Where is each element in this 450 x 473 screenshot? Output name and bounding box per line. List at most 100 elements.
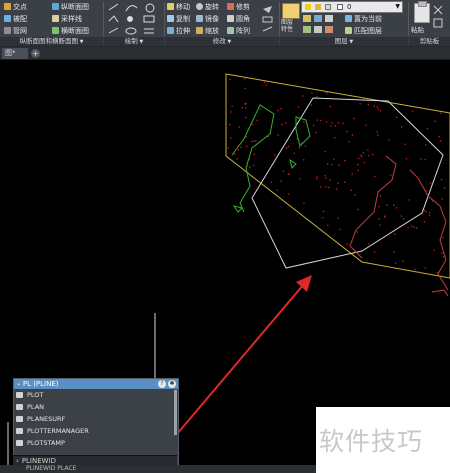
help-icon[interactable]: ? [158,380,166,388]
survey-point [296,138,298,140]
layer-off-icon [303,15,311,22]
survey-point [338,164,340,166]
survey-point [396,207,398,209]
rotate-button[interactable]: 旋转 [196,2,219,13]
command-autocomplete-panel: ⌁ PL (PLINE) ? ✱ PLOT PLAN PLANESURF PLO… [13,378,179,466]
move-icon [167,3,174,10]
fillet-icon [227,15,234,22]
survey-point [372,153,374,156]
survey-point [310,104,312,106]
status-text: PLINEWID PLACE [26,465,77,472]
section-view-button[interactable]: 横断面图 [52,26,89,37]
survey-point [394,233,396,235]
survey-point [379,110,382,112]
profile-button[interactable]: 纵断面图 [52,2,89,13]
draw-tools [108,3,155,35]
pipe-network-button[interactable]: 管网 [4,26,27,37]
layer-lock-icon [314,26,322,33]
contour-line [349,155,397,259]
survey-point [315,131,317,134]
survey-point [251,140,253,143]
layer-properties-icon[interactable] [282,3,300,19]
trim-button[interactable]: 修剪 [227,2,250,13]
intersection-icon [4,3,11,10]
survey-point [325,177,327,179]
command-suggestion[interactable]: PLOT [14,389,178,401]
survey-point [245,116,247,119]
fillet-button[interactable]: 圆角 [227,14,250,25]
survey-point [362,98,365,100]
scale-button[interactable]: 缩放 [196,26,219,37]
survey-point [274,154,276,156]
survey-point [251,123,254,126]
plan-icon [16,404,23,410]
survey-point [324,91,327,93]
contour-line [289,158,297,169]
command-suggestion[interactable]: PLOTTERMANAGER [14,425,178,437]
copy-icon [167,15,174,22]
panel-modify[interactable]: 修改 ▼ [165,37,279,46]
survey-point [426,190,428,192]
match-layer-button[interactable]: 匹配图层 [345,26,382,37]
command-suggestion[interactable]: PLAN [14,401,178,413]
survey-point [244,87,246,90]
survey-point [306,125,308,127]
command-suggestion[interactable]: PLANESURF [14,413,178,425]
scale-icon [196,27,203,34]
command-line-input[interactable]: › PLINEWID [13,455,177,465]
chevron-down-icon: ▼ [395,3,400,10]
command-suggestion[interactable]: PLOTSTAMP [14,437,178,449]
panel-clipboard[interactable]: 剪贴板 [409,37,450,46]
settings-icon[interactable]: ✱ [168,380,176,388]
set-current-button[interactable]: 置为当前 [345,14,382,25]
move-button[interactable]: 移动 [167,2,190,13]
survey-point [434,120,436,122]
survey-point [376,131,378,133]
dock-button[interactable]: 被配 [4,14,27,25]
survey-point [404,143,406,145]
panel-draw[interactable]: 绘制 ▼ [104,37,164,46]
survey-point [277,109,279,112]
survey-point [237,145,239,148]
intersection-button[interactable]: 交点 [4,2,27,13]
plotstamp-icon [16,440,23,446]
survey-point [335,188,338,190]
contour-line [232,205,243,213]
paste-label: 粘贴 [411,26,424,34]
point-icon [127,16,133,22]
plot-icon [16,392,23,398]
survey-point [286,147,288,149]
survey-point [280,107,282,110]
survey-point [424,158,426,161]
paste-icon[interactable] [414,1,430,23]
survey-point [229,124,231,126]
sample-line-button[interactable]: 采样线 [52,14,82,25]
survey-point [337,122,339,124]
survey-point [390,174,392,176]
survey-point [394,262,397,264]
contour-line [295,116,311,147]
panel-profile[interactable]: 纵断面图和横断面图 ▼ [0,37,103,46]
stretch-button[interactable]: 拉伸 [167,26,190,37]
survey-point [405,158,408,160]
mirror-button[interactable]: 镜像 [196,14,219,25]
copy-button[interactable]: 复制 [167,14,190,25]
survey-point [433,249,435,251]
scrollbar[interactable] [174,390,177,435]
lock-icon [325,4,332,10]
layer-dropdown[interactable]: 0 ▼ [301,1,403,13]
polyline-icon [108,15,119,23]
survey-point [429,212,431,214]
survey-point [386,204,388,206]
array-button[interactable]: 阵列 [227,26,250,37]
document-tab[interactable]: 图* [2,48,28,59]
command-suggestion-header[interactable]: ⌁ PL (PLINE) ? ✱ [14,379,178,389]
survey-point [316,176,318,178]
survey-point [416,227,418,229]
survey-point [376,106,378,108]
survey-point [245,102,247,105]
new-tab-button[interactable]: + [31,49,40,58]
panel-layer[interactable]: 图层 ▼ [280,37,408,46]
survey-point [324,150,326,153]
ellipse-icon [125,27,137,35]
